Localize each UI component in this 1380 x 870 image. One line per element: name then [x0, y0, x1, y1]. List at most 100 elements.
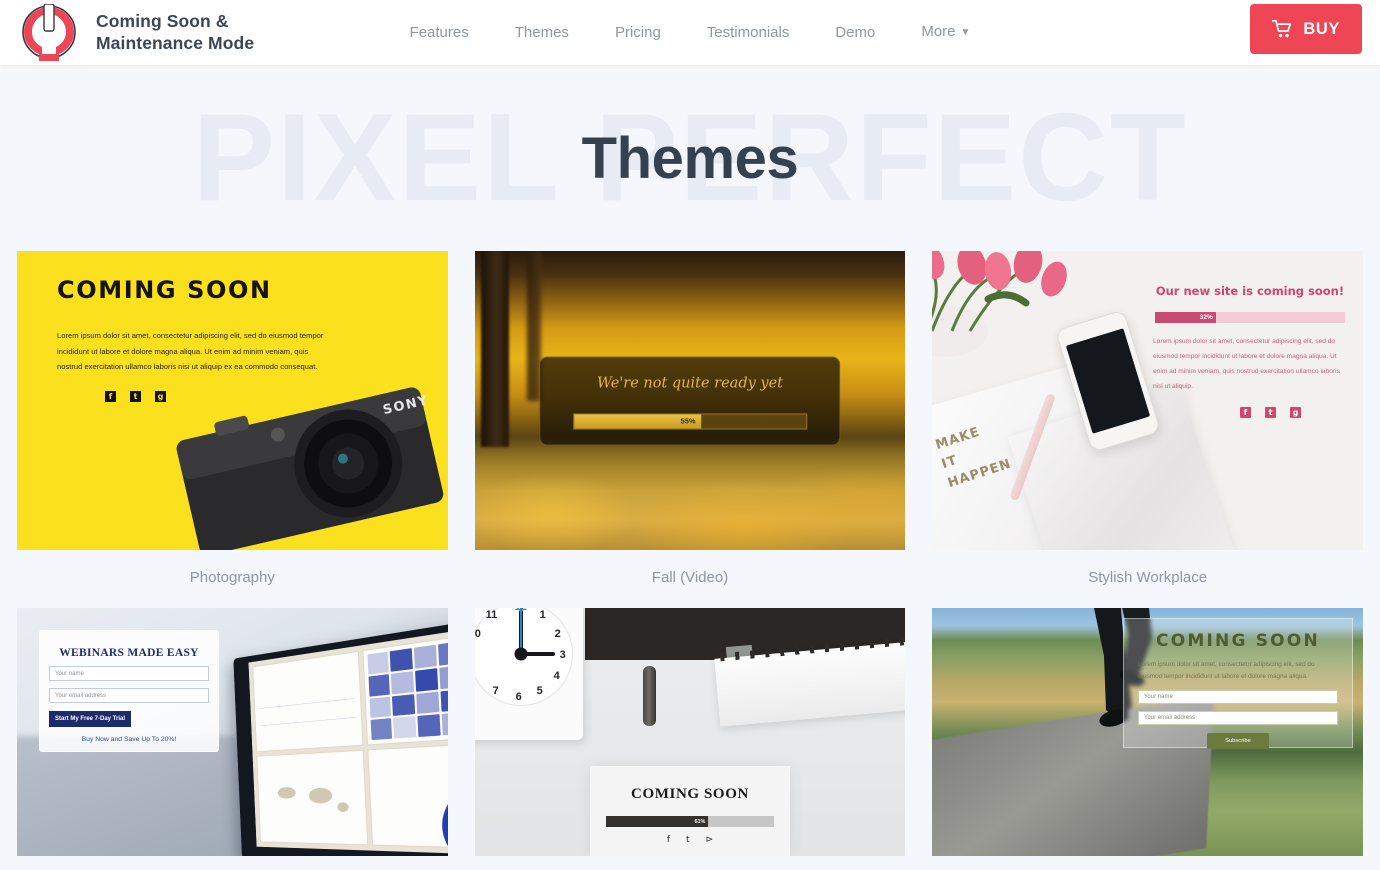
buy-button-label: BUY: [1303, 19, 1340, 38]
dashboard-tile-heatmap: [361, 630, 448, 746]
laptop-screen: [248, 624, 448, 856]
theme-heading: Our new site is coming soon!: [1155, 284, 1345, 298]
nav-item-themes[interactable]: Themes: [492, 0, 592, 65]
subscribe-form-panel: COMING SOON Lorem ipsum dolor sit amet, …: [1122, 618, 1353, 750]
nav-label-pricing: Pricing: [614, 24, 661, 41]
nav-label-themes: Themes: [514, 24, 569, 41]
twitter-icon[interactable]: t: [686, 835, 690, 845]
theme-caption: Fall (Video): [651, 569, 729, 586]
clock-number-10: 10: [474, 628, 481, 640]
nav-item-features[interactable]: Features: [387, 0, 492, 65]
themes-grid: COMING SOON Lorem ipsum dolor sit amet, …: [0, 251, 1380, 870]
theme-card-webinars[interactable]: WEBINARS MADE EASY Your name Your email …: [17, 608, 448, 870]
site-header: Coming Soon & Maintenance Mode Features …: [0, 0, 1380, 65]
google-plus-icon[interactable]: g: [155, 391, 166, 402]
progress-bar-fill: 61%: [605, 816, 709, 827]
email-input[interactable]: Your email address: [1137, 711, 1338, 726]
theme-overlay-panel: COMING SOON 61% f t ⊳: [589, 766, 790, 856]
theme-card-clock-desk[interactable]: 12 1 2 3 4 5 6 7 11 10: [474, 608, 906, 870]
clock-number-5: 5: [536, 685, 543, 697]
buy-now-link[interactable]: Buy Now and Save Up To 20%!: [40, 736, 218, 743]
start-trial-button[interactable]: Start My Free 7-Day Trial: [49, 711, 131, 727]
notebook-decoration: [714, 641, 906, 727]
facebook-icon[interactable]: f: [667, 835, 670, 845]
facebook-icon[interactable]: f: [105, 391, 116, 402]
theme-thumbnail-runner[interactable]: COMING SOON Lorem ipsum dolor sit amet, …: [932, 608, 1363, 856]
nav-item-testimonials[interactable]: Testimonials: [684, 0, 813, 65]
clock-number-4: 4: [553, 670, 560, 682]
page-title: Themes: [581, 125, 799, 191]
theme-card-stylish-workplace[interactable]: MAKE IT HAPPEN Our new site is coming so…: [932, 251, 1363, 608]
brand-name: Coming Soon & Maintenance Mode: [96, 11, 255, 53]
nav-item-more[interactable]: More ▼: [898, 0, 993, 66]
theme-heading: COMING SOON: [631, 786, 749, 802]
pen-decoration: [642, 666, 656, 726]
share-icon[interactable]: ⊳: [706, 835, 714, 845]
progress-bar-fill: 55%: [574, 414, 702, 428]
email-input[interactable]: Your email address: [49, 688, 209, 703]
theme-card-runner[interactable]: COMING SOON Lorem ipsum dolor sit amet, …: [932, 608, 1363, 870]
clock-dial: 12 1 2 3 4 5 6 7 11 10: [474, 608, 573, 706]
page-hero: PIXEL PERFECT Themes: [0, 65, 1380, 251]
clock-number-6: 6: [515, 691, 522, 703]
clock-number-2: 2: [554, 628, 561, 640]
clock-pivot: [514, 647, 528, 661]
signup-form-panel: WEBINARS MADE EASY Your name Your email …: [39, 630, 219, 752]
theme-thumbnail-clock-desk[interactable]: 12 1 2 3 4 5 6 7 11 10: [474, 608, 906, 856]
progress-bar-track: 61%: [605, 816, 774, 827]
theme-caption: [932, 856, 1363, 870]
name-input[interactable]: Your name: [49, 666, 209, 681]
theme-heading: COMING SOON: [57, 276, 272, 304]
theme-caption: Photography: [189, 569, 275, 586]
theme-heading: WEBINARS MADE EASY: [59, 647, 199, 659]
nav-item-demo[interactable]: Demo: [812, 0, 898, 65]
power-wrench-logo-icon: [22, 3, 76, 61]
nav-label-demo: Demo: [835, 24, 876, 41]
shopping-cart-icon: [1272, 20, 1292, 38]
google-plus-icon[interactable]: g: [1289, 407, 1301, 418]
theme-caption: Stylish Workplace: [1088, 569, 1208, 586]
clock-number-11: 11: [485, 609, 498, 621]
progress-bar-track: 32%: [1154, 312, 1345, 323]
laptop-mockup: [233, 615, 448, 856]
theme-thumbnail-photography[interactable]: COMING SOON Lorem ipsum dolor sit amet, …: [17, 251, 448, 550]
name-input[interactable]: Your name: [1137, 690, 1338, 705]
theme-body-text: Lorem ipsum dolor sit amet, consectetur …: [57, 331, 324, 372]
social-links: f t ⊳: [590, 835, 790, 845]
social-links: f t g: [1239, 407, 1301, 418]
theme-thumbnail-webinars[interactable]: WEBINARS MADE EASY Your name Your email …: [17, 608, 448, 856]
subscribe-button[interactable]: Subscribe: [1206, 733, 1269, 750]
theme-caption: [475, 856, 906, 870]
theme-body-text: Lorem ipsum dolor sit amet, consectetur …: [1152, 338, 1340, 391]
twitter-icon[interactable]: t: [1264, 407, 1276, 418]
theme-heading: We're not quite ready yet: [596, 375, 783, 391]
theme-overlay-panel: We're not quite ready yet 55%: [539, 356, 841, 445]
theme-caption: [17, 856, 448, 870]
dashboard-tile-linechart: [252, 650, 363, 753]
theme-thumbnail-stylish-workplace[interactable]: MAKE IT HAPPEN Our new site is coming so…: [932, 251, 1363, 550]
clock-number-7: 7: [492, 685, 499, 697]
nav-label-more: More: [921, 23, 956, 40]
clock-number-1: 1: [539, 609, 546, 621]
chevron-down-icon: ▼: [960, 27, 971, 38]
social-links: f t g: [105, 391, 166, 402]
progress-bar-fill: 32%: [1154, 312, 1216, 323]
dashboard-tile-worldmap: [256, 749, 368, 846]
theme-card-photography[interactable]: COMING SOON Lorem ipsum dolor sit amet, …: [17, 251, 448, 608]
theme-body-text: Lorem ipsum dolor sit amet, consectetur …: [1137, 661, 1315, 681]
twitter-icon[interactable]: t: [130, 391, 141, 402]
nav-label-features: Features: [409, 24, 469, 41]
brand-logo[interactable]: Coming Soon & Maintenance Mode: [16, 3, 255, 62]
clock-decoration: 12 1 2 3 4 5 6 7 11 10: [474, 608, 583, 740]
nav-label-testimonials: Testimonials: [706, 24, 790, 41]
tree-trunk-decoration: [480, 251, 509, 447]
dashboard-tile-donut: [366, 741, 448, 850]
facebook-icon[interactable]: f: [1239, 407, 1251, 418]
clock-number-3: 3: [559, 649, 566, 661]
nav-item-pricing[interactable]: Pricing: [592, 0, 684, 65]
theme-heading: COMING SOON: [1156, 631, 1320, 651]
progress-bar-track: 55%: [573, 413, 807, 429]
theme-card-fall-video[interactable]: We're not quite ready yet 55% Fall (Vide…: [474, 251, 906, 608]
theme-thumbnail-fall-video[interactable]: We're not quite ready yet 55%: [474, 251, 906, 550]
buy-button[interactable]: BUY: [1250, 4, 1362, 54]
